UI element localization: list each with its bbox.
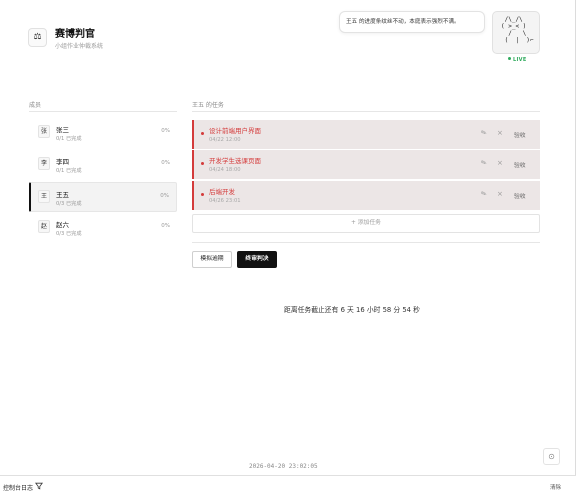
footer-timestamp: 2026-04-20 23:02:05: [249, 463, 318, 470]
filter-icon[interactable]: [35, 482, 43, 490]
countdown-text: 距离任务截止还有 6 天 16 小时 58 分 54 秒: [284, 306, 420, 314]
member-name: 王五: [56, 191, 69, 199]
overdue-dot-icon: [201, 132, 204, 135]
member-item-wangwu[interactable]: 王 王五 0/3 已完成 0%: [29, 182, 177, 212]
avatar: 王: [38, 190, 50, 203]
member-progress: 0/1 已完成: [56, 136, 82, 142]
member-percent: 0%: [161, 128, 170, 134]
judge-speech-bubble: 王五 的进度条纹丝不动，本庭表示强烈不满。: [339, 11, 485, 33]
member-item-zhaoliu[interactable]: 赵 赵六 0/3 已完成 0%: [29, 213, 177, 243]
task-deadline: 04/22 12:00: [209, 137, 241, 143]
members-heading: 成员: [29, 102, 42, 109]
task-name: 设计前端用户界面: [209, 127, 261, 135]
tasks-heading: 王五 的任务: [192, 102, 224, 109]
delete-icon[interactable]: ×: [497, 190, 503, 198]
console-clear-button[interactable]: 清除: [550, 483, 561, 491]
edit-icon[interactable]: ✎: [480, 158, 488, 168]
accept-button[interactable]: 验收: [514, 160, 526, 169]
task-item: 开发学生选课页面 04/24 18:00 ✎ × 验收: [192, 150, 540, 179]
overdue-dot-icon: [201, 193, 204, 196]
tasks-divider: [192, 111, 540, 112]
judge-ascii-face: /\_/\ ( >_< ) / \ ( | )⌐: [501, 16, 534, 44]
accept-button[interactable]: 验收: [514, 191, 526, 200]
task-name: 后端开发: [209, 188, 235, 196]
member-item-lisi[interactable]: 李 李四 0/1 已完成 0%: [29, 150, 177, 180]
app-header: ⚖ 赛博判官 小组作业仲裁系统: [28, 25, 168, 53]
delete-icon[interactable]: ×: [497, 159, 503, 167]
delete-icon[interactable]: ×: [497, 129, 503, 137]
member-percent: 0%: [160, 193, 169, 199]
member-progress: 0/3 已完成: [56, 201, 82, 207]
task-item: 设计前端用户界面 04/22 12:00 ✎ × 验收: [192, 120, 540, 149]
members-divider: [29, 111, 177, 112]
simulate-overdue-button[interactable]: 模拟逾期: [192, 251, 232, 268]
judge-avatar: /\_/\ ( >_< ) / \ ( | )⌐: [492, 11, 540, 54]
add-task-button[interactable]: + 添加任务: [192, 214, 540, 233]
member-name: 赵六: [56, 221, 69, 229]
task-deadline: 04/26 23:01: [209, 198, 241, 204]
console-bar: 控制台日志 清除: [0, 475, 576, 499]
task-deadline: 04/24 18:00: [209, 167, 241, 173]
live-dot-icon: [508, 57, 511, 60]
scales-icon: ⚖: [28, 28, 47, 47]
member-percent: 0%: [161, 160, 170, 166]
actions-divider: [192, 242, 540, 243]
accept-button[interactable]: 验收: [514, 130, 526, 139]
app-subtitle: 小组作业仲裁系统: [55, 43, 104, 50]
live-label: LIVE: [513, 57, 527, 63]
avatar: 张: [38, 125, 50, 138]
avatar: 李: [38, 157, 50, 170]
member-percent: 0%: [161, 223, 170, 229]
avatar: 赵: [38, 220, 50, 233]
task-name: 开发学生选课页面: [209, 157, 261, 165]
app-title: 赛博判官: [55, 29, 95, 40]
final-judgment-button[interactable]: 终审判决: [237, 251, 277, 268]
overdue-dot-icon: [201, 162, 204, 165]
clock-icon[interactable]: ⊙: [543, 448, 560, 465]
member-progress: 0/1 已完成: [56, 168, 82, 174]
member-item-zhangsan[interactable]: 张 张三 0/1 已完成 0%: [29, 118, 177, 148]
live-indicator: LIVE: [508, 57, 527, 63]
member-progress: 0/3 已完成: [56, 231, 82, 237]
edit-icon[interactable]: ✎: [480, 189, 488, 199]
task-item: 后端开发 04/26 23:01 ✎ × 验收: [192, 181, 540, 210]
member-name: 李四: [56, 158, 69, 166]
console-label[interactable]: 控制台日志: [3, 483, 33, 492]
member-name: 张三: [56, 126, 69, 134]
edit-icon[interactable]: ✎: [480, 128, 488, 138]
